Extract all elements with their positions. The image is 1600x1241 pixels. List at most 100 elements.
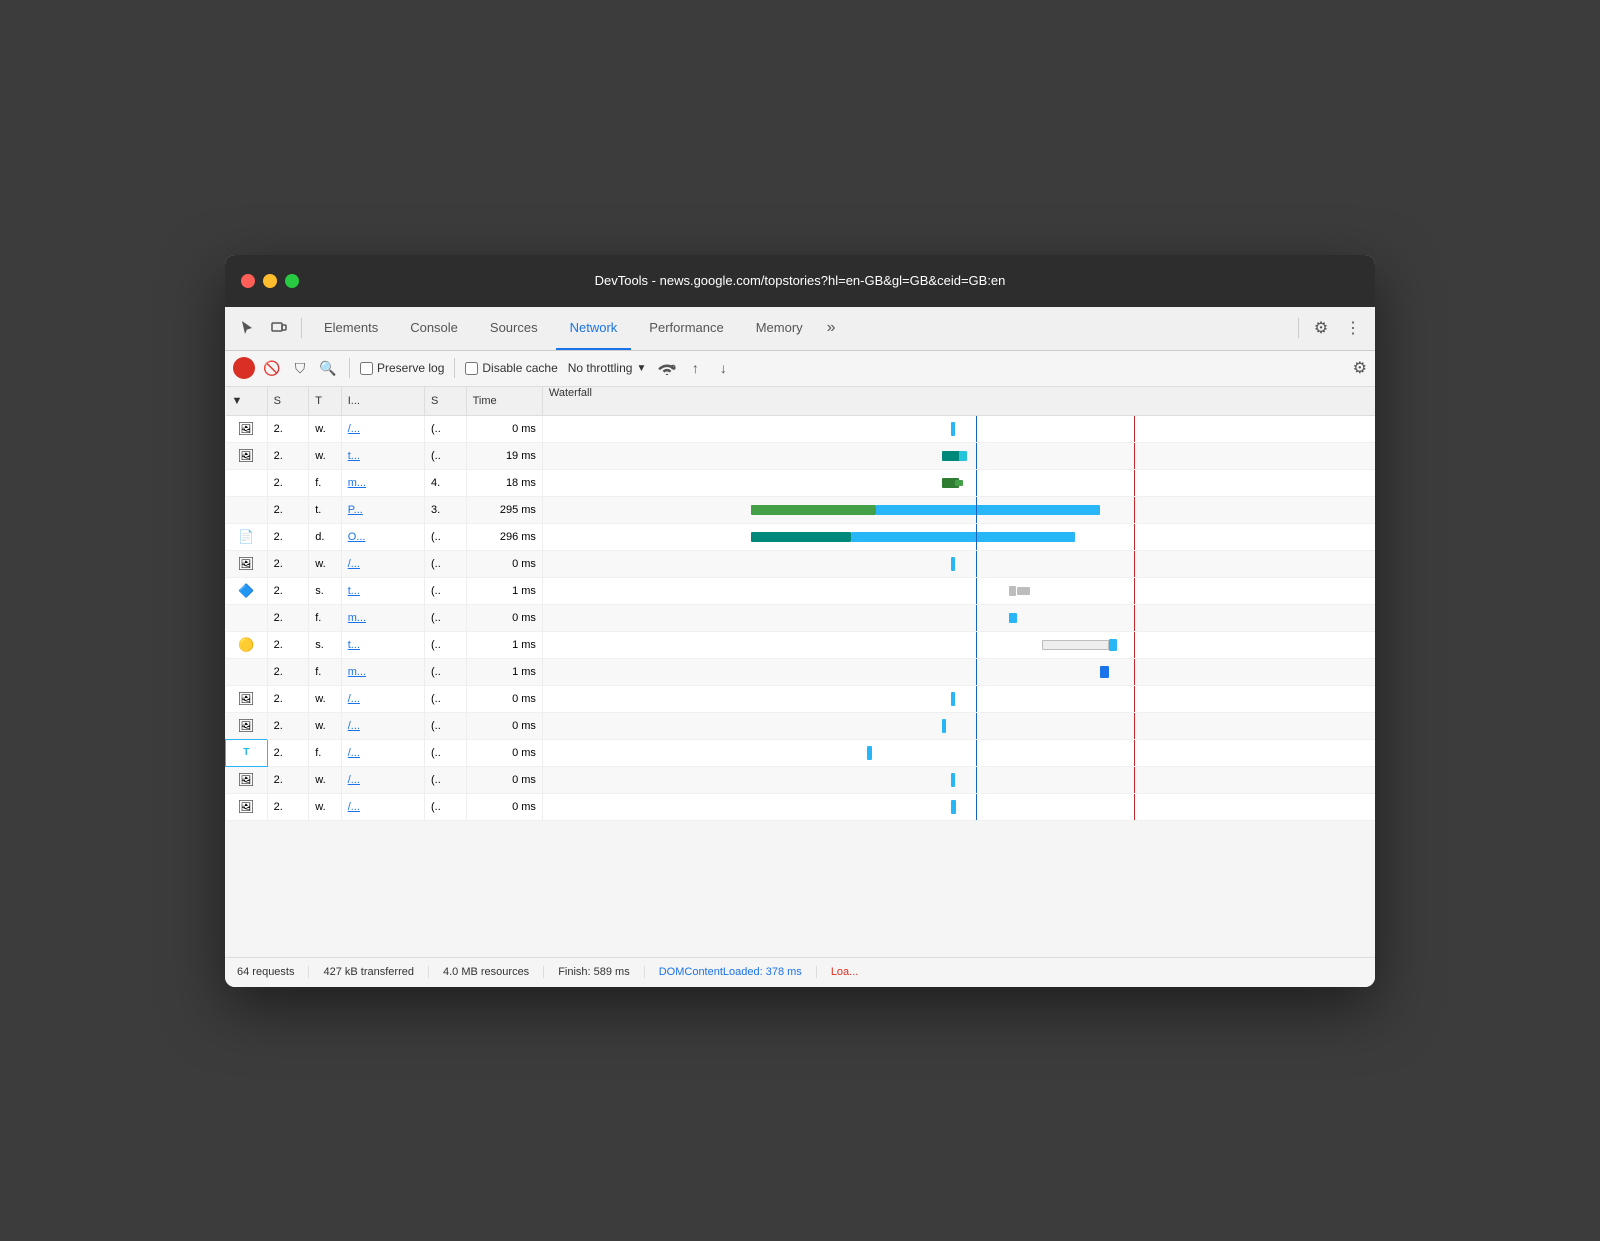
filter-icon[interactable]: ⛉ <box>289 357 311 379</box>
col-header-type[interactable]: T <box>309 387 341 416</box>
row-icon: 🖼 <box>226 442 268 469</box>
row-name: /... <box>341 685 424 712</box>
col-header-icon[interactable]: ▼ <box>226 387 268 416</box>
row-waterfall <box>542 604 1375 631</box>
row-time: 18 ms <box>466 469 542 496</box>
titlebar: DevTools - news.google.com/topstories?hl… <box>225 255 1375 307</box>
row-size: (.. <box>424 793 466 820</box>
row-type: w. <box>309 793 341 820</box>
table-row[interactable]: 2.f.m...(..0 ms <box>226 604 1376 631</box>
table-row[interactable]: 🖼2.w./...(..0 ms <box>226 685 1376 712</box>
tab-sources[interactable]: Sources <box>476 306 552 350</box>
table-row[interactable]: 2.f.m...(..1 ms <box>226 658 1376 685</box>
devtools-window: DevTools - news.google.com/topstories?hl… <box>225 255 1375 987</box>
row-status: 2. <box>267 766 309 793</box>
table-row[interactable]: T2.f./...(..0 ms <box>226 739 1376 766</box>
col-header-status[interactable]: S <box>267 387 309 416</box>
row-waterfall <box>542 658 1375 685</box>
table-row[interactable]: 🖼2.w./...(..0 ms <box>226 550 1376 577</box>
settings-icon[interactable]: ⚙ <box>1307 314 1335 342</box>
search-icon[interactable]: 🔍 <box>317 357 339 379</box>
upload-icon[interactable]: ↑ <box>684 357 706 379</box>
row-size: (.. <box>424 442 466 469</box>
throttle-dropdown[interactable]: No throttling ▼ <box>564 359 651 377</box>
row-name: /... <box>341 415 424 442</box>
row-name: O... <box>341 523 424 550</box>
close-button[interactable] <box>241 274 255 288</box>
table-row[interactable]: 🖼2.w./...(..0 ms <box>226 712 1376 739</box>
row-type: w. <box>309 550 341 577</box>
row-waterfall <box>542 739 1375 766</box>
col-header-initiator[interactable]: I... <box>341 387 424 416</box>
preserve-log-checkbox[interactable] <box>360 362 373 375</box>
preserve-log-label[interactable]: Preserve log <box>360 361 444 375</box>
network-settings-icon[interactable]: ⚙ <box>1353 358 1367 378</box>
table-body: 🖼2.w./...(..0 ms🖼2.w.t...(..19 ms2.f.m..… <box>226 415 1376 820</box>
table-row[interactable]: 🔷2.s.t...(..1 ms <box>226 577 1376 604</box>
device-icon[interactable] <box>265 314 293 342</box>
row-name: /... <box>341 712 424 739</box>
row-size: (.. <box>424 604 466 631</box>
disable-cache-checkbox[interactable] <box>465 362 478 375</box>
row-type: s. <box>309 631 341 658</box>
table-row[interactable]: 📄2.d.O...(..296 ms <box>226 523 1376 550</box>
cursor-icon[interactable] <box>233 314 261 342</box>
row-status: 2. <box>267 712 309 739</box>
row-status: 2. <box>267 685 309 712</box>
network-table-container: ▼ S T I... S Time Waterfall 🖼2.w./...(..… <box>225 387 1375 957</box>
table-row[interactable]: 🖼2.w./...(..0 ms <box>226 766 1376 793</box>
row-status: 2. <box>267 496 309 523</box>
minimize-button[interactable] <box>263 274 277 288</box>
tab-performance[interactable]: Performance <box>635 306 737 350</box>
more-tabs-button[interactable]: » <box>821 319 842 337</box>
row-size: (.. <box>424 658 466 685</box>
tab-elements[interactable]: Elements <box>310 306 392 350</box>
row-time: 1 ms <box>466 658 542 685</box>
more-options-icon[interactable]: ⋮ <box>1339 314 1367 342</box>
table-row[interactable]: 🖼2.w.t...(..19 ms <box>226 442 1376 469</box>
table-row[interactable]: 🖼2.w./...(..0 ms <box>226 415 1376 442</box>
row-time: 296 ms <box>466 523 542 550</box>
col-header-size[interactable]: S <box>424 387 466 416</box>
row-size: (.. <box>424 739 466 766</box>
row-waterfall <box>542 577 1375 604</box>
row-icon <box>226 604 268 631</box>
row-status: 2. <box>267 739 309 766</box>
table-header-row: ▼ S T I... S Time Waterfall <box>226 387 1376 416</box>
table-row[interactable]: 2.f.m...4.18 ms <box>226 469 1376 496</box>
row-size: (.. <box>424 685 466 712</box>
fullscreen-button[interactable] <box>285 274 299 288</box>
table-row[interactable]: 2.t.P...3.295 ms <box>226 496 1376 523</box>
wifi-settings-icon[interactable] <box>656 357 678 379</box>
col-header-waterfall[interactable]: Waterfall <box>542 387 1375 416</box>
record-button[interactable] <box>233 357 255 379</box>
row-waterfall <box>542 469 1375 496</box>
row-time: 0 ms <box>466 604 542 631</box>
tab-network[interactable]: Network <box>556 306 632 350</box>
row-size: (.. <box>424 415 466 442</box>
row-status: 2. <box>267 604 309 631</box>
row-name: P... <box>341 496 424 523</box>
row-time: 19 ms <box>466 442 542 469</box>
row-waterfall <box>542 496 1375 523</box>
row-waterfall <box>542 442 1375 469</box>
finish-time: Finish: 589 ms <box>558 966 645 978</box>
row-icon: 📄 <box>226 523 268 550</box>
tab-console[interactable]: Console <box>396 306 472 350</box>
separator <box>301 318 302 338</box>
col-header-time[interactable]: Time <box>466 387 542 416</box>
row-icon: 🟡 <box>226 631 268 658</box>
row-type: t. <box>309 496 341 523</box>
tab-memory[interactable]: Memory <box>742 306 817 350</box>
row-name: /... <box>341 793 424 820</box>
table-row[interactable]: 🟡2.s.t...(..1 ms <box>226 631 1376 658</box>
clear-icon[interactable]: 🚫 <box>261 357 283 379</box>
row-time: 0 ms <box>466 415 542 442</box>
row-type: w. <box>309 442 341 469</box>
row-waterfall <box>542 766 1375 793</box>
row-time: 0 ms <box>466 739 542 766</box>
network-toolbar: 🚫 ⛉ 🔍 Preserve log Disable cache No thro… <box>225 351 1375 387</box>
table-row[interactable]: 🖼2.w./...(..0 ms <box>226 793 1376 820</box>
disable-cache-label[interactable]: Disable cache <box>465 361 557 375</box>
download-icon[interactable]: ↓ <box>712 357 734 379</box>
